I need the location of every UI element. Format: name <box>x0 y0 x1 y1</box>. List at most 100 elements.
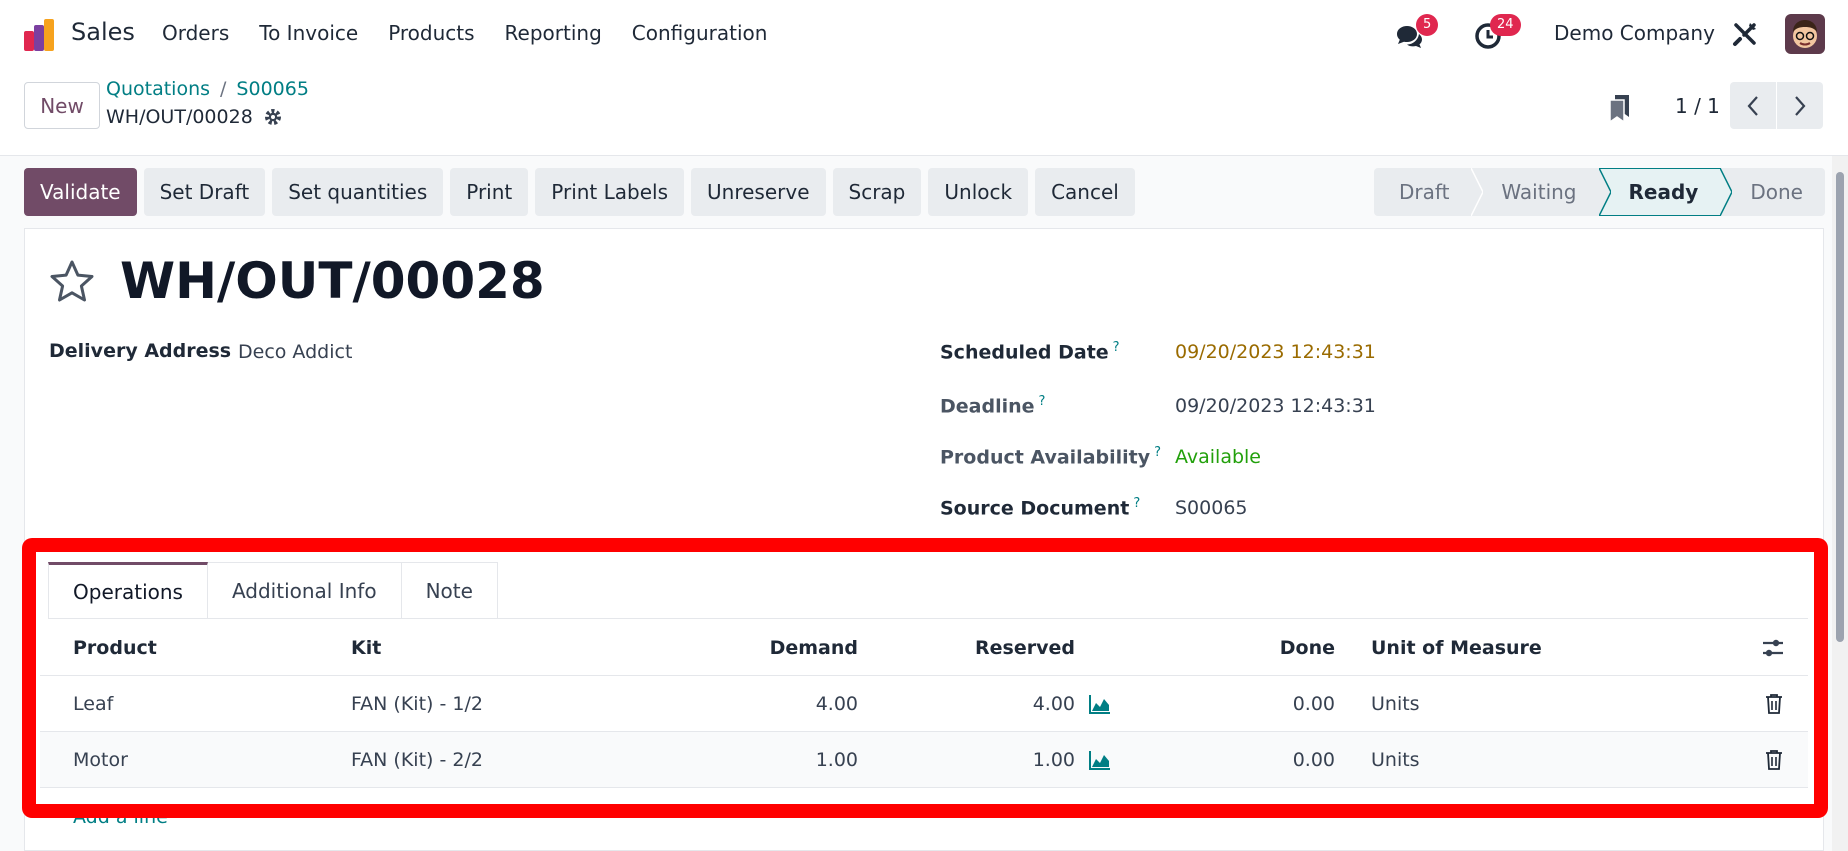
new-button[interactable]: New <box>24 82 100 129</box>
row-product[interactable]: Leaf <box>73 676 113 732</box>
area-chart-icon[interactable] <box>1088 693 1112 715</box>
menu-to-invoice[interactable]: To Invoice <box>244 21 373 45</box>
app-name[interactable]: Sales <box>71 18 135 46</box>
activities-button[interactable]: 24 <box>1472 14 1524 54</box>
stage-label: Waiting <box>1501 180 1577 204</box>
messages-button[interactable]: 5 <box>1394 14 1442 54</box>
stage-waiting[interactable]: Waiting <box>1471 168 1611 216</box>
record-title: WH/OUT/00028 <box>120 252 545 310</box>
messages-badge: 5 <box>1416 14 1439 36</box>
stage-draft[interactable]: Draft <box>1374 168 1484 216</box>
sales-app-icon[interactable] <box>22 17 58 53</box>
availability-value: Available <box>1175 446 1262 468</box>
stage-label: Draft <box>1399 180 1450 204</box>
availability-label-text: Product Availability <box>940 446 1151 469</box>
source-document-label-text: Source Document <box>940 497 1130 520</box>
set-draft-button[interactable]: Set Draft <box>143 168 266 216</box>
gear-icon[interactable] <box>263 107 283 127</box>
col-kit[interactable]: Kit <box>351 620 381 676</box>
print-button[interactable]: Print <box>450 168 529 216</box>
top-navbar: Sales Orders To Invoice Products Reporti… <box>0 0 1848 68</box>
breadcrumb-quotations[interactable]: Quotations <box>106 78 210 100</box>
row-uom: Units <box>1371 693 1420 715</box>
trash-icon[interactable] <box>1765 749 1783 771</box>
scheduled-date-label: Scheduled Date? <box>940 340 1120 363</box>
pager-value[interactable]: 1 / 1 <box>1675 94 1720 118</box>
tools-icon[interactable] <box>1731 20 1759 48</box>
notebook-tabs: Operations Additional Info Note <box>48 562 498 619</box>
table-row[interactable]: Motor FAN (Kit) - 2/2 1.00 1.00 0.00 Uni… <box>40 732 1808 788</box>
company-switcher[interactable]: Demo Company <box>1554 21 1715 45</box>
chevron-left-icon <box>1747 95 1758 116</box>
pager-previous-button[interactable] <box>1730 82 1776 129</box>
scrap-button[interactable]: Scrap <box>832 168 922 216</box>
optional-columns-icon[interactable] <box>1761 637 1785 659</box>
user-avatar[interactable] <box>1785 14 1825 54</box>
tab-operations[interactable]: Operations <box>48 562 208 619</box>
chevron-right-icon <box>1795 95 1806 116</box>
row-product[interactable]: Motor <box>73 732 128 788</box>
delivery-address-label: Delivery Address <box>49 340 231 362</box>
help-tooltip[interactable]: ? <box>1133 496 1140 511</box>
add-line-link[interactable]: Add a line <box>73 806 168 828</box>
pager-next-button[interactable] <box>1777 82 1823 129</box>
delivery-address-value[interactable]: Deco Addict <box>238 341 352 363</box>
row-demand[interactable]: 1.00 <box>640 732 858 788</box>
row-kit: FAN (Kit) - 2/2 <box>351 749 483 771</box>
row-reserved: 4.00 <box>1032 693 1075 715</box>
area-chart-icon[interactable] <box>1088 749 1112 771</box>
source-document-label: Source Document? <box>940 496 1140 519</box>
row-reserved: 1.00 <box>1032 749 1075 771</box>
scrollbar-thumb[interactable] <box>1836 172 1844 642</box>
delivery-address-label-text: Delivery Address <box>49 340 232 362</box>
stage-separator <box>1471 168 1484 216</box>
status-bar: Draft Waiting Ready Done <box>1374 168 1825 216</box>
deadline-label-text: Deadline <box>940 395 1035 418</box>
breadcrumb-order[interactable]: S00065 <box>236 78 309 100</box>
table-row[interactable]: Leaf FAN (Kit) - 1/2 4.00 4.00 0.00 Unit… <box>40 676 1808 732</box>
unlock-button[interactable]: Unlock <box>928 168 1029 216</box>
stage-separator <box>1598 168 1611 216</box>
row-done[interactable]: 0.00 <box>1140 676 1335 732</box>
activities-badge: 24 <box>1490 14 1521 36</box>
stage-label: Ready <box>1628 180 1699 204</box>
scheduled-date-label-text: Scheduled Date <box>940 341 1109 364</box>
validate-button[interactable]: Validate <box>24 168 137 216</box>
col-product[interactable]: Product <box>73 620 157 676</box>
deadline-label: Deadline? <box>940 394 1045 417</box>
print-labels-button[interactable]: Print Labels <box>535 168 685 216</box>
help-tooltip[interactable]: ? <box>1039 394 1046 409</box>
tab-note[interactable]: Note <box>401 562 498 619</box>
row-demand[interactable]: 4.00 <box>640 676 858 732</box>
cancel-button[interactable]: Cancel <box>1035 168 1135 216</box>
stage-label: Done <box>1750 180 1803 204</box>
deadline-value: 09/20/2023 12:43:31 <box>1175 395 1376 417</box>
stage-ready[interactable]: Ready <box>1598 168 1733 216</box>
tab-additional-info[interactable]: Additional Info <box>207 562 402 619</box>
row-done[interactable]: 0.00 <box>1140 732 1335 788</box>
tab-underline <box>48 618 1808 619</box>
col-done[interactable]: Done <box>1140 620 1335 676</box>
trash-icon[interactable] <box>1765 693 1783 715</box>
menu-orders[interactable]: Orders <box>147 21 244 45</box>
set-quantities-button[interactable]: Set quantities <box>272 168 444 216</box>
col-demand[interactable]: Demand <box>640 620 858 676</box>
col-reserved[interactable]: Reserved <box>860 620 1075 676</box>
stage-done[interactable]: Done <box>1720 168 1825 216</box>
stage-separator <box>1720 168 1733 216</box>
action-buttons: Validate Set Draft Set quantities Print … <box>24 168 1135 216</box>
menu-configuration[interactable]: Configuration <box>617 21 783 45</box>
record-breadcrumb-name: WH/OUT/00028 <box>106 106 253 128</box>
help-tooltip[interactable]: ? <box>1113 340 1120 355</box>
help-tooltip[interactable]: ? <box>1154 445 1161 460</box>
unreserve-button[interactable]: Unreserve <box>691 168 826 216</box>
menu-products[interactable]: Products <box>373 21 489 45</box>
availability-label: Product Availability? <box>940 445 1161 468</box>
bookmark-icon[interactable] <box>1608 94 1632 124</box>
scheduled-date-value[interactable]: 09/20/2023 12:43:31 <box>1175 341 1376 363</box>
menu-reporting[interactable]: Reporting <box>490 21 617 45</box>
source-document-value[interactable]: S00065 <box>1175 497 1248 519</box>
star-icon[interactable] <box>48 258 96 306</box>
col-uom[interactable]: Unit of Measure <box>1371 620 1542 676</box>
table-header: Product Kit Demand Reserved Done Unit of… <box>40 620 1808 676</box>
